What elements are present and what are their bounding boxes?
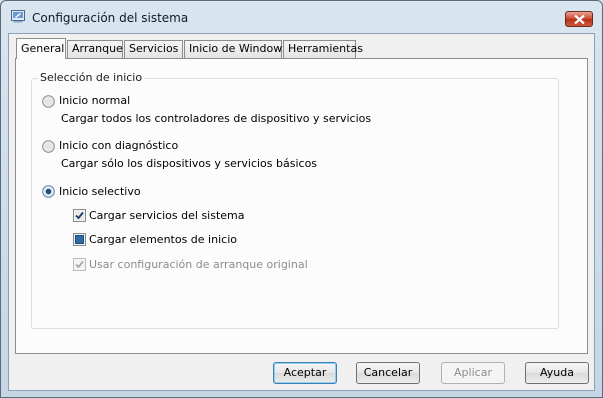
diagnostic-description: Cargar sólo los dispositivos y servicios… bbox=[61, 157, 318, 170]
tab-label: Inicio de Windows bbox=[189, 42, 288, 55]
system-config-icon bbox=[11, 10, 25, 23]
cancel-button[interactable]: Cancelar bbox=[356, 362, 420, 384]
apply-button: Aplicar bbox=[441, 362, 505, 384]
radio-normal-label[interactable]: Inicio normal bbox=[59, 94, 130, 107]
startup-items-label[interactable]: Cargar elementos de inicio bbox=[89, 233, 237, 246]
title-bar[interactable]: Configuración del sistema bbox=[1, 1, 602, 35]
tab-label: Servicios bbox=[129, 42, 179, 55]
window-title: Configuración del sistema bbox=[32, 11, 189, 25]
radio-selective-startup[interactable] bbox=[42, 185, 55, 198]
tab-inicio-windows[interactable]: Inicio de Windows bbox=[184, 40, 288, 58]
checkbox-startup-items[interactable] bbox=[73, 233, 86, 246]
tab-label: Arranque bbox=[72, 42, 123, 55]
group-title: Selección de inicio bbox=[38, 71, 145, 84]
original-boot-label: Usar configuración de arranque original bbox=[89, 258, 308, 271]
radio-diagnostic-startup[interactable] bbox=[42, 140, 55, 153]
system-services-label[interactable]: Cargar servicios del sistema bbox=[89, 209, 245, 222]
tab-herramientas[interactable]: Herramientas bbox=[283, 40, 363, 58]
help-button[interactable]: Ayuda bbox=[525, 362, 589, 384]
tab-label: General bbox=[21, 42, 65, 55]
close-button[interactable] bbox=[565, 11, 593, 27]
close-icon bbox=[574, 15, 585, 24]
tab-arranque[interactable]: Arranque bbox=[67, 40, 123, 58]
general-tab-panel: Selección de inicio Inicio normal Cargar… bbox=[15, 58, 588, 354]
tab-servicios[interactable]: Servicios bbox=[124, 40, 183, 58]
dialog-client-area: General Arranque Servicios Inicio de Win… bbox=[8, 33, 595, 391]
accept-button[interactable]: Aceptar bbox=[273, 362, 337, 384]
checkbox-system-services[interactable] bbox=[73, 209, 86, 222]
tab-label: Herramientas bbox=[288, 42, 363, 55]
checkbox-original-boot bbox=[73, 258, 86, 271]
radio-diagnostic-label[interactable]: Inicio con diagnóstico bbox=[59, 139, 178, 152]
tab-general[interactable]: General bbox=[16, 38, 66, 59]
radio-selective-label[interactable]: Inicio selectivo bbox=[59, 185, 141, 198]
radio-normal-startup[interactable] bbox=[42, 95, 55, 108]
normal-description: Cargar todos los controladores de dispos… bbox=[61, 112, 372, 125]
system-config-window: Configuración del sistema General Arranq… bbox=[0, 0, 603, 398]
